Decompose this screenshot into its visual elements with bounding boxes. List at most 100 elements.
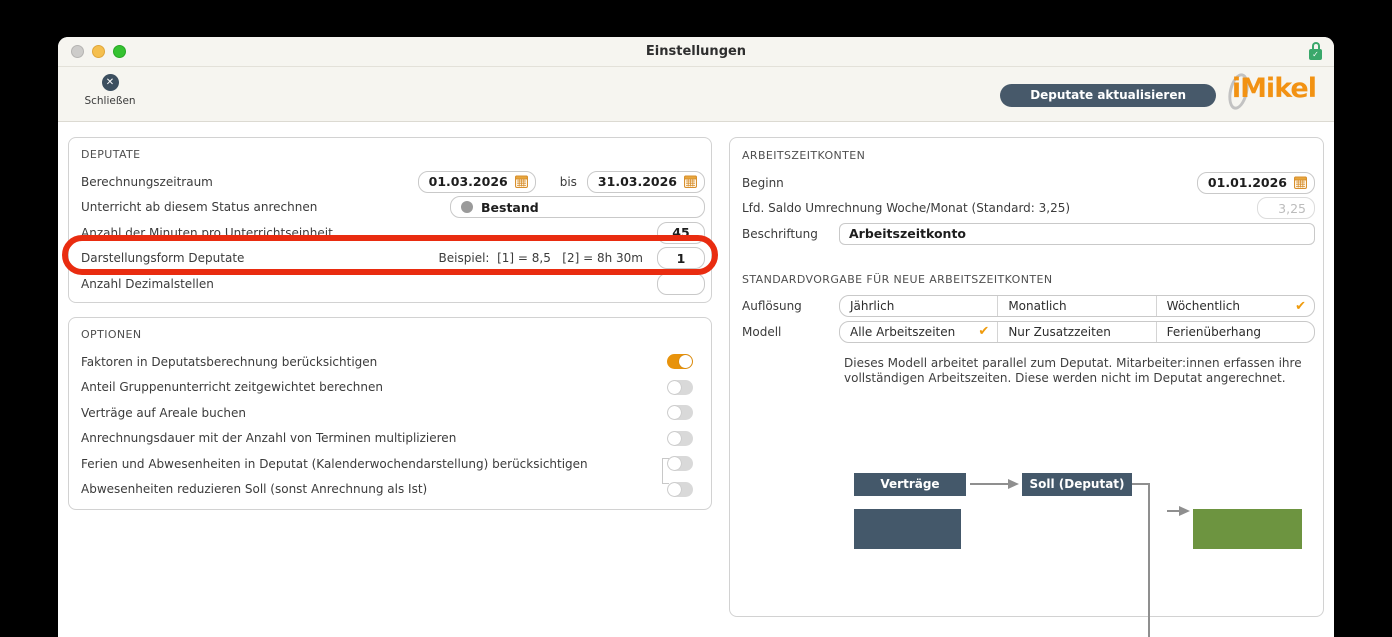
toggle-knob: [679, 355, 692, 369]
toggle-gruppenunterricht[interactable]: [667, 379, 693, 395]
date-from-value: 01.03.2026: [428, 174, 508, 190]
window-title: Einstellungen: [645, 44, 747, 59]
option-label: Abwesenheiten reduzieren Soll (sonst Anr…: [81, 482, 428, 497]
option-label: Anrechnungsdauer mit der Anzahl von Term…: [81, 431, 457, 446]
dezimalstellen-field[interactable]: [657, 272, 705, 295]
bis-label: bis: [559, 174, 577, 189]
modell-segmented-control: Alle Arbeitszeiten✔ Nur Zusatzzeiten✔ Fe…: [839, 320, 1315, 343]
beschriftung-label: Beschriftung: [742, 226, 818, 241]
deputate-section-title: DEPUTATE: [81, 148, 141, 161]
imikel-logo: iMikel: [1224, 71, 1317, 112]
update-deputate-button[interactable]: Deputate aktualisieren: [1000, 84, 1216, 107]
date-to-value: 31.03.2026: [597, 174, 677, 190]
option-label: Ferien und Abwesenheiten in Deputat (Kal…: [81, 456, 588, 471]
minuten-row: Anzahl der Minuten pro Unterrichtseinhei…: [81, 220, 705, 246]
diagram-box-bottom-left: [854, 509, 961, 549]
minuten-label: Anzahl der Minuten pro Unterrichtseinhei…: [81, 225, 333, 240]
option-row: Verträge auf Areale buchen: [81, 400, 699, 426]
close-traffic-icon[interactable]: [71, 45, 84, 58]
beginn-row: Beginn 01.01.2026: [742, 170, 1315, 196]
toggle-knob: [668, 482, 681, 496]
segment-monatlich[interactable]: Monatlich✔: [998, 296, 1157, 317]
segment-ferienueberhang[interactable]: Ferienüberhang✔: [1157, 322, 1314, 342]
toggle-ferien-abwesenheiten[interactable]: [667, 456, 693, 472]
close-button-label: Schließen: [84, 95, 136, 107]
berechnungszeitraum-row: Berechnungszeitraum 01.03.2026 bis 31.03…: [81, 169, 705, 195]
beschriftung-row: Beschriftung Arbeitszeitkonto: [742, 221, 1315, 247]
zoom-traffic-icon[interactable]: [113, 45, 126, 58]
minimize-traffic-icon[interactable]: [92, 45, 105, 58]
arbeitszeitkonten-section-title: ARBEITSZEITKONTEN: [742, 149, 866, 162]
option-row: Anrechnungsdauer mit der Anzahl von Term…: [81, 426, 699, 452]
optionen-section-title: OPTIONEN: [81, 328, 142, 341]
aufloesung-segmented-control: Jährlich✔ Monatlich✔ Wöchentlich✔: [839, 295, 1315, 318]
toggle-link-bracket: [662, 458, 669, 484]
toggle-faktoren[interactable]: [667, 354, 693, 370]
date-to-field[interactable]: 31.03.2026: [586, 170, 705, 193]
beginn-field[interactable]: 01.01.2026: [1196, 171, 1315, 194]
date-from-field[interactable]: 01.03.2026: [417, 170, 536, 193]
modell-row: Modell Alle Arbeitszeiten ✔ Nur Zusatzzei…: [742, 319, 1315, 345]
modell-description: Dieses Modell arbeitet parallel zum Depu…: [844, 355, 1302, 386]
option-label: Verträge auf Areale buchen: [81, 405, 246, 420]
darstellungsform-field[interactable]: 1: [657, 247, 705, 270]
berechnungszeitraum-label: Berechnungszeitraum: [81, 174, 213, 189]
optionen-panel: OPTIONEN Faktoren in Deputatsberechnung …: [68, 317, 712, 510]
beginn-label: Beginn: [742, 175, 784, 190]
diagram-connectors: [970, 479, 1190, 637]
darstellungsform-label: Darstellungsform Deputate: [81, 251, 245, 266]
lock-icon: ✓: [1309, 42, 1323, 62]
minuten-field[interactable]: 45: [657, 221, 705, 244]
saldo-row: Lfd. Saldo Umrechnung Woche/Monat (Stand…: [742, 196, 1315, 222]
status-value: Bestand: [481, 199, 539, 215]
segment-jaehrlich[interactable]: Jährlich✔: [840, 296, 999, 317]
content-area: DEPUTATE Berechnungszeitraum 01.03.2026 …: [58, 122, 1334, 637]
saldo-field: 3,25: [1257, 197, 1315, 220]
arbeitszeitkonten-panel: ARBEITSZEITKONTEN Beginn 01.01.2026 Lfd.…: [729, 137, 1324, 637]
option-row: Ferien und Abwesenheiten in Deputat (Kal…: [81, 451, 699, 477]
toggle-anrechnungsdauer[interactable]: [667, 430, 693, 446]
beginn-value: 01.01.2026: [1207, 175, 1287, 191]
diagram-box-soll-deputat: Soll (Deputat): [1022, 473, 1132, 496]
calendar-icon[interactable]: [684, 175, 697, 189]
status-field[interactable]: Bestand: [450, 196, 705, 219]
toggle-knob: [668, 431, 681, 445]
titlebar: Einstellungen ✓: [58, 37, 1334, 67]
beschriftung-field[interactable]: Arbeitszeitkonto: [839, 222, 1315, 245]
toggle-knob: [668, 380, 681, 394]
diagram-box-vertraege: Verträge: [854, 473, 966, 496]
option-row: Anteil Gruppenunterricht zeitgewichtet b…: [81, 375, 699, 401]
status-dot: [461, 201, 473, 214]
close-icon: ✕: [101, 74, 119, 91]
toggle-abwesenheiten-soll[interactable]: [667, 481, 693, 497]
option-label: Anteil Gruppenunterricht zeitgewichtet b…: [81, 380, 383, 395]
segment-woechentlich[interactable]: Wöchentlich ✔: [1157, 296, 1314, 316]
close-button[interactable]: ✕ Schließen: [78, 74, 142, 107]
option-label: Faktoren in Deputatsberechnung berücksic…: [81, 354, 378, 369]
check-icon: ✔: [978, 324, 990, 340]
segment-alle-arbeitszeiten[interactable]: Alle Arbeitszeiten ✔: [840, 321, 999, 342]
toggle-knob: [668, 406, 681, 420]
calendar-icon[interactable]: [514, 175, 528, 189]
status-row: Unterricht ab diesem Status anrechnen Be…: [81, 195, 705, 221]
logo-text: iMikel: [1231, 73, 1317, 104]
darstellungsform-hint: Beispiel: [1] = 8,5 [2] = 8h 30m: [438, 251, 643, 266]
aufloesung-row: Auflösung Jährlich✔ Monatlich✔ Wöchentli…: [742, 294, 1315, 320]
aufloesung-label: Auflösung: [742, 299, 802, 314]
diagram-box-green: [1193, 509, 1302, 549]
darstellungsform-row: Darstellungsform Deputate Beispiel: [1] …: [81, 246, 705, 272]
calendar-icon[interactable]: [1294, 176, 1307, 190]
option-row: Abwesenheiten reduzieren Soll (sonst Anr…: [81, 477, 699, 503]
segment-nur-zusatzzeiten[interactable]: Nur Zusatzzeiten✔: [998, 321, 1157, 342]
toolbar: ✕ Schließen Deputate aktualisieren iMike…: [58, 67, 1334, 122]
check-icon: ✔: [1295, 298, 1306, 314]
toggle-knob: [668, 457, 681, 471]
standardvorgabe-section-title: STANDARDVORGABE FÜR NEUE ARBEITSZEITKONT…: [742, 272, 1053, 286]
option-row: Faktoren in Deputatsberechnung berücksic…: [81, 349, 699, 375]
toggle-areale[interactable]: [667, 405, 693, 421]
traffic-lights: [71, 45, 126, 58]
modell-label: Modell: [742, 324, 782, 339]
deputate-panel: DEPUTATE Berechnungszeitraum 01.03.2026 …: [68, 137, 712, 303]
dezimalstellen-label: Anzahl Dezimalstellen: [81, 276, 214, 291]
dezimalstellen-row: Anzahl Dezimalstellen: [81, 271, 705, 297]
